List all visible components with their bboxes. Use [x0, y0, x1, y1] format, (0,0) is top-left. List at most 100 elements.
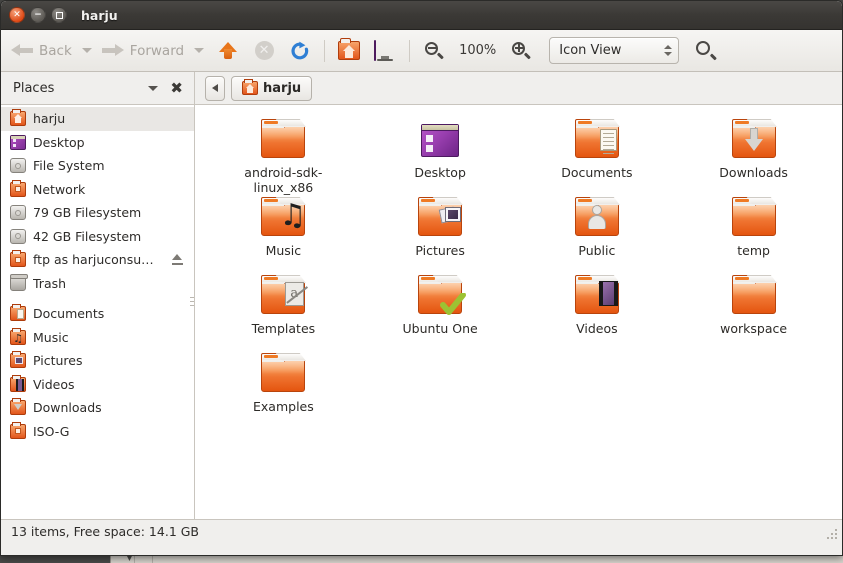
sidebar-item-label: harju — [33, 111, 66, 127]
file-item[interactable]: a Templates — [205, 275, 362, 353]
file-list-view[interactable]: android-sdk-linux_x86 Desktop Documents Dow… — [195, 105, 842, 519]
file-item[interactable]: Public — [519, 197, 676, 275]
eject-icon[interactable] — [171, 254, 184, 266]
maximize-icon — [55, 11, 63, 19]
file-item[interactable]: ♫ Music — [205, 197, 362, 275]
drive-icon — [10, 158, 26, 174]
maximize-button[interactable] — [51, 7, 67, 23]
forward-button[interactable]: Forward — [98, 36, 188, 66]
sidebar-item-label: Desktop — [33, 134, 85, 150]
folder-videos-icon — [572, 275, 622, 317]
sidebar-item-label: File System — [33, 158, 105, 174]
statusbar: 13 items, Free space: 14.1 GB — [1, 519, 842, 543]
dl-f-icon — [10, 398, 26, 416]
sidebar-item-file-system[interactable]: File System — [1, 154, 194, 178]
sidebar-item-79-gb-filesystem[interactable]: 79 GB Filesystem — [1, 201, 194, 225]
back-history-chevron-down-icon[interactable] — [81, 48, 92, 53]
computer-button[interactable] — [370, 36, 400, 66]
folder-ubuntuone-icon — [415, 275, 467, 317]
file-item[interactable]: Ubuntu One — [362, 275, 519, 353]
breadcrumb-scroll-left-button[interactable] — [205, 75, 225, 101]
sidebar-item-desktop[interactable]: Desktop — [1, 131, 194, 155]
file-item[interactable]: Videos — [519, 275, 676, 353]
file-item-label: Videos — [576, 321, 618, 336]
file-item-label: temp — [737, 243, 770, 258]
stop-button[interactable]: ✕ — [249, 36, 279, 66]
file-item-label: Ubuntu One — [402, 321, 478, 336]
file-item-label: Music — [265, 243, 302, 258]
breadcrumb-item-harju[interactable]: harju — [231, 75, 313, 101]
folder-documents-icon — [572, 119, 622, 161]
sidebar-item-harju[interactable]: harju — [1, 107, 194, 131]
music-f-icon: ♫ — [10, 327, 26, 345]
forward-history-chevron-down-icon[interactable] — [194, 48, 205, 53]
pic-f-icon — [10, 351, 26, 369]
zoom-out-icon — [425, 41, 444, 60]
folder-plain-icon — [258, 119, 308, 161]
folder-public-icon — [572, 197, 622, 239]
back-arrow-icon — [11, 43, 33, 58]
folder-plain-icon — [729, 197, 779, 239]
reload-button[interactable] — [285, 36, 315, 66]
folder-desktop-icon — [415, 119, 465, 161]
zoom-in-button[interactable] — [506, 36, 536, 66]
folder-downloads-icon — [729, 119, 779, 161]
drive-icon — [10, 228, 26, 244]
zoom-in-icon — [512, 41, 532, 60]
sidebar-item-trash[interactable]: Trash — [1, 272, 194, 296]
file-item-label: Public — [578, 243, 616, 258]
trash-icon — [10, 273, 28, 291]
places-chevron-down-icon[interactable] — [148, 85, 159, 91]
sidebar-item-label: 79 GB Filesystem — [33, 205, 142, 221]
sidebar-item-network[interactable]: Network — [1, 178, 194, 202]
sidebar-item-42-gb-filesystem[interactable]: 42 GB Filesystem — [1, 225, 194, 249]
home-button[interactable] — [334, 36, 364, 66]
window-title: harju — [81, 7, 118, 23]
places-pane-title: Places — [13, 80, 55, 96]
file-item[interactable]: workspace — [675, 275, 832, 353]
sidebar-item-music[interactable]: ♫ Music — [1, 326, 194, 350]
sidebar-item-downloads[interactable]: Downloads — [1, 396, 194, 420]
file-item[interactable]: Documents — [519, 119, 676, 197]
sidebar-item-iso-g[interactable]: ISO-G — [1, 420, 194, 444]
search-button[interactable] — [691, 36, 721, 66]
file-item[interactable]: temp — [675, 197, 832, 275]
folder-plain-icon — [10, 179, 26, 197]
minimize-button[interactable]: − — [30, 7, 46, 23]
up-arrow-stem — [224, 48, 233, 59]
file-item-label: Documents — [561, 165, 633, 180]
file-item[interactable]: Desktop — [362, 119, 519, 197]
folder-plain-icon — [729, 275, 779, 317]
docs-icon — [10, 304, 26, 322]
file-item[interactable]: Downloads — [675, 119, 832, 197]
resize-grip-icon[interactable] — [825, 527, 839, 541]
file-item-label: android-sdk-linux_x86 — [244, 165, 323, 195]
file-item[interactable]: android-sdk-linux_x86 — [205, 119, 362, 197]
view-mode-select[interactable]: Icon View — [549, 37, 680, 64]
places-sidebar[interactable]: harju Desktop File System Network 79 GB File… — [1, 105, 195, 519]
sidebar-item-pictures[interactable]: Pictures — [1, 349, 194, 373]
sidebar-item-documents[interactable]: Documents — [1, 302, 194, 326]
back-button[interactable]: Back — [7, 36, 76, 66]
places-list: harju Desktop File System Network 79 GB File… — [1, 107, 194, 443]
folder-pictures-icon — [415, 197, 465, 239]
close-places-pane-icon[interactable]: ✖ — [170, 80, 183, 96]
file-item[interactable]: Examples — [205, 353, 362, 431]
places-pane-header: Places ✖ — [1, 72, 195, 104]
spinner-arrows-icon — [664, 45, 673, 56]
back-button-label: Back — [39, 42, 72, 59]
sidebar-item-label: Trash — [33, 275, 67, 291]
forward-button-label: Forward — [129, 42, 185, 59]
sidebar-item-ftp-as-harjuconsu[interactable]: ftp as harjuconsu… — [1, 248, 194, 272]
computer-icon — [373, 39, 397, 61]
sidebar-item-label: ISO-G — [33, 423, 70, 439]
titlebar: ✕ − harju — [1, 1, 842, 30]
toolbar-separator-1 — [324, 39, 326, 62]
close-button[interactable]: ✕ — [9, 7, 25, 23]
sidebar-item-videos[interactable]: Videos — [1, 373, 194, 397]
file-item[interactable]: Pictures — [362, 197, 519, 275]
up-button[interactable] — [213, 36, 243, 66]
zoom-out-button[interactable] — [419, 36, 449, 66]
secondary-bar: Places ✖ harju — [1, 72, 842, 105]
status-text: 13 items, Free space: 14.1 GB — [11, 524, 200, 539]
